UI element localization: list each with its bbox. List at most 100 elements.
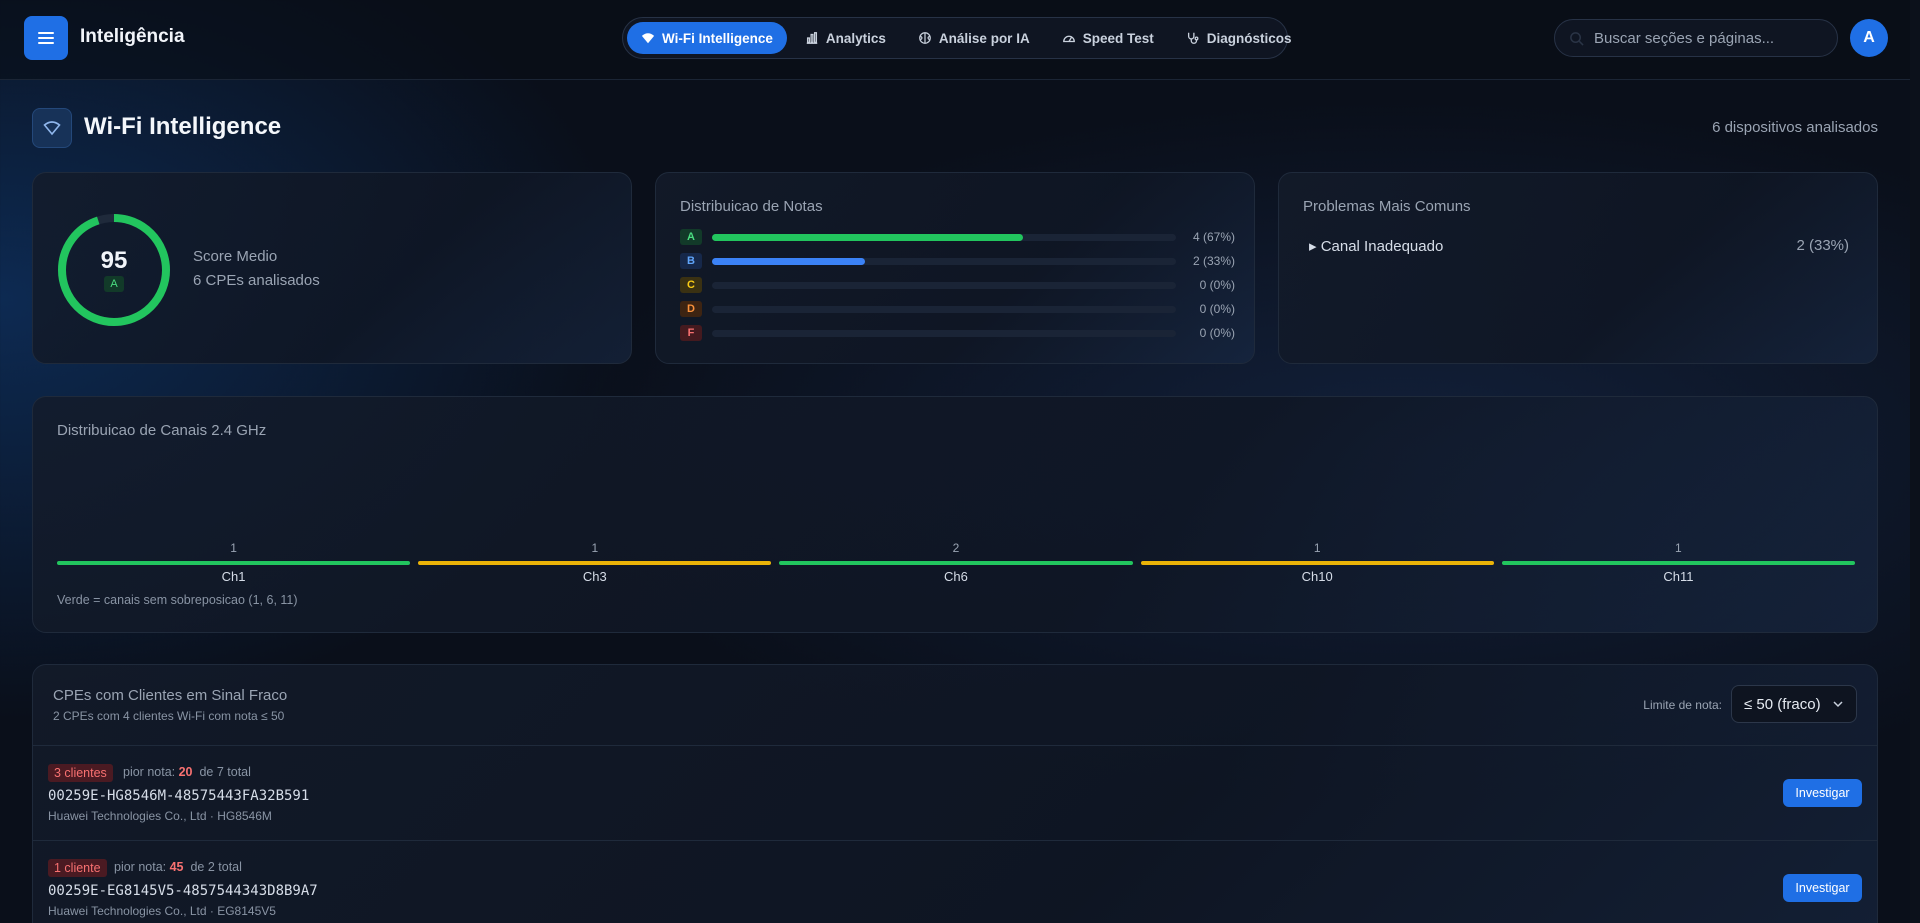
- tab-label: Analytics: [825, 30, 886, 46]
- worst-label: pior nota:: [123, 765, 176, 779]
- search-box[interactable]: [1554, 19, 1838, 57]
- channel-tick-label: Ch6: [944, 569, 968, 584]
- grade-row-f: F 0 (0%): [680, 325, 1235, 341]
- limit-label: Limite de nota:: [1643, 698, 1722, 712]
- tab-analise-ia[interactable]: Análise por IA: [904, 22, 1044, 54]
- channel-count-label: 2: [952, 541, 960, 555]
- page-wifi-icon-badge: [32, 108, 72, 148]
- channel-count-label: 1: [1675, 541, 1682, 555]
- tab-speed-test[interactable]: Speed Test: [1048, 22, 1168, 54]
- grade-letter: C: [680, 277, 702, 293]
- tab-analytics[interactable]: Analytics: [791, 22, 900, 54]
- grade-row-c: C 0 (0%): [680, 277, 1235, 293]
- channel-tick-label: Ch1: [221, 569, 246, 584]
- cpe-vendor: Huawei Technologies Co., Ltd · HG8546M: [48, 809, 272, 823]
- avatar[interactable]: A: [1850, 19, 1888, 57]
- worst-value: 45: [169, 860, 184, 874]
- grade-letter: F: [680, 325, 702, 341]
- grade-count: 0 (0%): [1199, 326, 1235, 340]
- clients-badge: 1 cliente: [48, 859, 107, 877]
- card-title: Distribuicao de Notas: [680, 198, 823, 215]
- brain-icon: [919, 32, 931, 44]
- grade-bar-track: [712, 234, 1176, 241]
- weak-signal-card: CPEs com Clientes em Sinal Fraco 2 CPEs …: [32, 664, 1878, 923]
- channel-column: 1 Ch3: [418, 397, 772, 634]
- total-text: de 2 total: [190, 860, 242, 874]
- channel-bar: [779, 561, 1133, 565]
- score-cpe-count: 6 CPEs analisados: [193, 272, 320, 289]
- grade-bar-track: [712, 330, 1176, 337]
- score-label: Score Medio: [193, 248, 278, 265]
- grade-row-d: D 0 (0%): [680, 301, 1235, 317]
- cpe-row: 1 cliente pior nota: 45 de 2 total 00259…: [33, 841, 1877, 923]
- grade-bar-track: [712, 258, 1176, 265]
- grade-letter: A: [680, 229, 702, 245]
- grade-bar-track: [712, 306, 1176, 313]
- channel-tick-label: Ch11: [1663, 569, 1694, 584]
- channel-column: 2 Ch6: [779, 397, 1133, 634]
- investigate-button[interactable]: Investigar: [1783, 779, 1862, 807]
- score-card: 95 A Score Medio 6 CPEs analisados: [32, 172, 632, 364]
- cpe-id: 00259E-EG8145V5-4857544343D8B9A7: [48, 883, 318, 899]
- tab-label: Speed Test: [1082, 30, 1154, 46]
- worst-label: pior nota:: [114, 860, 167, 874]
- grade-count: 0 (0%): [1199, 278, 1235, 292]
- investigate-button[interactable]: Investigar: [1783, 874, 1862, 902]
- cpe-row: 3 clientes pior nota: 20 de 7 total 0025…: [33, 746, 1877, 840]
- score-grade-badge: A: [104, 276, 124, 292]
- channel-tick-label: Ch3: [582, 569, 607, 584]
- wifi-icon: [641, 33, 655, 44]
- main-nav: Wi-Fi Intelligence Analytics Análise por…: [622, 17, 1292, 59]
- worst-score: pior nota: 45 de 2 total: [114, 860, 242, 874]
- bar-chart-icon: [806, 32, 818, 44]
- problems-card: Problemas Mais Comuns ▸ Canal Inadequado…: [1278, 172, 1878, 364]
- channel-bar: [57, 561, 411, 565]
- tab-label: Análise por IA: [938, 30, 1030, 46]
- channel-column: 1 Ch10: [1140, 397, 1494, 634]
- grade-letter: D: [680, 301, 702, 317]
- search-icon: [1570, 31, 1584, 46]
- cpe-id: 00259E-HG8546M-48575443FA32B591: [48, 788, 310, 804]
- tab-diagnosticos[interactable]: Diagnósticos: [1172, 22, 1306, 54]
- channel-chart: 1 Ch1 1 Ch3 2 Ch6 1 Ch10 1 Ch11: [57, 397, 1855, 634]
- section-subtitle: 2 CPEs com 4 clientes Wi-Fi com nota ≤ 5…: [53, 709, 285, 723]
- limit-select[interactable]: ≤ 50 (fraco): [1731, 685, 1857, 723]
- gauge-icon: [1062, 35, 1075, 43]
- channel-column: 1 Ch11: [1501, 397, 1855, 634]
- search-input[interactable]: [1594, 29, 1814, 47]
- grade-count: 0 (0%): [1199, 302, 1235, 316]
- card-title: Problemas Mais Comuns: [1303, 198, 1471, 215]
- grade-bar-track: [712, 282, 1176, 289]
- channel-bar: [418, 561, 772, 565]
- grade-count: 4 (67%): [1192, 230, 1235, 244]
- grade-row-a: A 4 (67%): [680, 229, 1235, 245]
- menu-button[interactable]: [24, 16, 68, 60]
- app-brand: Inteligência: [80, 26, 185, 47]
- grade-bar-fill: [712, 258, 866, 265]
- cpe-vendor: Huawei Technologies Co., Ltd · EG8145V5: [48, 904, 276, 918]
- problem-item[interactable]: ▸ Canal Inadequado 2 (33%): [1309, 237, 1849, 255]
- problem-count: 2 (33%): [1796, 237, 1849, 254]
- worst-score: pior nota: 20 de 7 total: [123, 765, 251, 779]
- channel-count-label: 1: [591, 541, 599, 555]
- channel-distribution-card: Distribuicao de Canais 2.4 GHz 1 Ch1 1 Ch3 2…: [32, 396, 1878, 633]
- devices-count: 6 dispositivos analisados: [1712, 119, 1878, 136]
- tab-label: Wi-Fi Intelligence: [662, 30, 773, 46]
- section-title: CPEs com Clientes em Sinal Fraco: [53, 687, 288, 704]
- tab-label: Diagnósticos: [1206, 30, 1292, 46]
- channel-bar: [1140, 561, 1494, 565]
- problem-label: ▸ Canal Inadequado: [1309, 238, 1444, 255]
- hamburger-icon: [38, 32, 54, 44]
- channel-tick-label: Ch10: [1301, 569, 1333, 584]
- stethoscope-icon: [1187, 32, 1199, 44]
- grade-distribution-card: Distribuicao de Notas A 4 (67%) B 2 (33%) C 0…: [655, 172, 1255, 364]
- grade-letter: B: [680, 253, 702, 269]
- top-bar: Inteligência Wi-Fi Intelligence Analytic…: [0, 0, 1920, 80]
- wifi-icon: [43, 121, 61, 136]
- scrollbar[interactable]: [1910, 0, 1920, 923]
- chart-note: Verde = canais sem sobreposicao (1, 6, 1…: [57, 593, 298, 607]
- clients-badge: 3 clientes: [48, 764, 113, 782]
- tab-wifi-intelligence[interactable]: Wi-Fi Intelligence: [627, 22, 787, 54]
- channel-count-label: 1: [230, 541, 237, 555]
- total-text: de 7 total: [199, 765, 251, 779]
